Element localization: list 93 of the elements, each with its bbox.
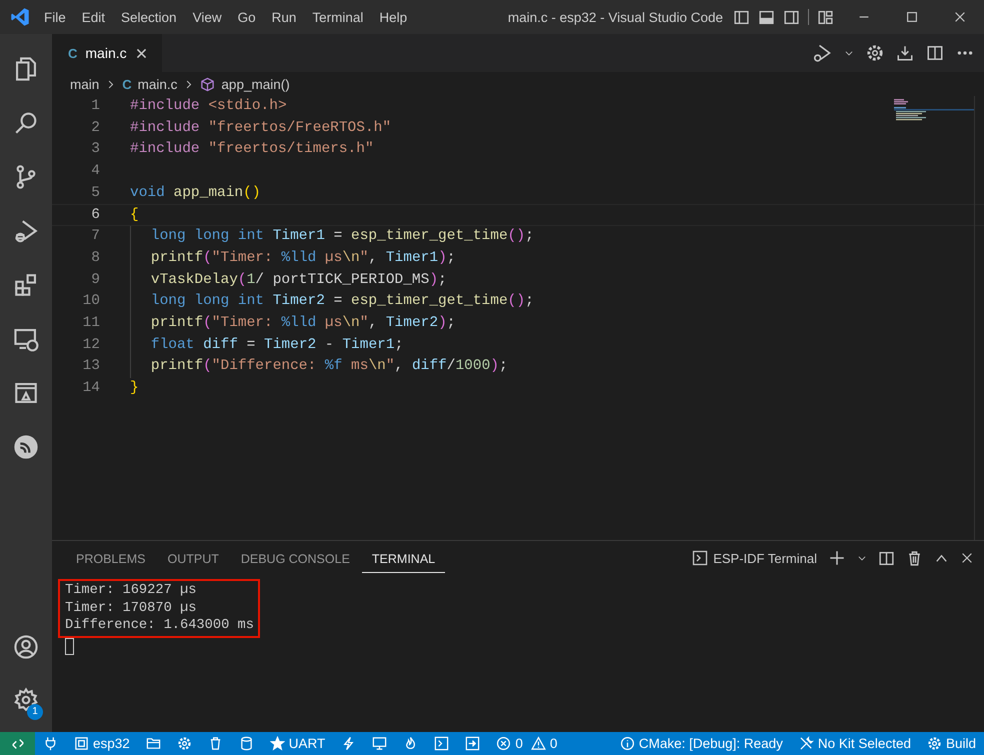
close-icon[interactable] (134, 46, 148, 60)
menu-item[interactable]: Go (230, 10, 264, 24)
line-number: 2 (90, 118, 101, 138)
download-icon[interactable] (896, 44, 914, 62)
files-icon[interactable] (13, 56, 39, 82)
star-icon (270, 736, 285, 751)
terminal-line: Timer: 169227 µs (65, 582, 198, 600)
customize-layout-icon[interactable] (817, 8, 834, 26)
extensions-icon[interactable] (13, 272, 39, 298)
tools-icon (798, 736, 814, 751)
code-line: float diff = Timer2 - Timer1; (150, 336, 404, 355)
account-icon[interactable] (13, 634, 39, 660)
code-line: } (130, 378, 139, 398)
espressif-logo-icon[interactable] (13, 434, 39, 460)
line-number: 12 (82, 336, 101, 355)
line-number: 13 (82, 357, 101, 376)
run-debug-icon[interactable] (13, 218, 39, 244)
code-line: long long int Timer1 = esp_timer_get_time(); (150, 227, 534, 246)
chip-icon (74, 736, 89, 751)
terminal-selector[interactable]: ESP-IDF Terminal (692, 550, 817, 566)
line-number: 10 (82, 292, 101, 312)
line-number: 4 (90, 162, 101, 182)
code-line: printf("Timer: %lld µs\n", Timer1); (150, 248, 456, 268)
line-number: 8 (90, 248, 101, 268)
error-icon (496, 736, 512, 751)
maximize-icon[interactable] (905, 10, 919, 24)
close-icon[interactable] (953, 10, 967, 24)
line-number: 3 (90, 140, 101, 160)
code-line: long long int Timer2 = esp_timer_get_time(); (150, 292, 534, 312)
code-line: #include "freertos/timers.h" (130, 140, 374, 160)
breadcrumb-item[interactable]: C main.c (122, 76, 178, 92)
gear-icon (926, 736, 942, 751)
code-line: printf("Timer: %lld µs\n", Timer2); (150, 314, 456, 333)
status-item[interactable]: esp32 (66, 732, 138, 755)
notification-badge: 1 (27, 704, 43, 720)
code-line: vTaskDelay(1/ portTICK_PERIOD_MS); (150, 270, 447, 290)
code-line: #include <stdio.h> (130, 97, 287, 116)
panel-layout-icon[interactable] (758, 8, 775, 26)
settings-icon[interactable] (866, 44, 884, 62)
c-file-icon: C (68, 46, 78, 60)
split-editor-icon[interactable] (926, 44, 944, 62)
app-logo-icon (10, 7, 30, 27)
sidebar-layout-icon[interactable] (733, 8, 750, 26)
code-line: #include "freertos/FreeRTOS.h" (130, 118, 392, 138)
menu-item[interactable]: Edit (74, 10, 114, 24)
esp-idf-panel-icon[interactable] (13, 380, 39, 406)
remote-button[interactable] (0, 732, 35, 755)
line-number: 5 (90, 184, 101, 203)
line-number: 11 (82, 314, 101, 333)
menu-item[interactable]: View (184, 10, 230, 24)
remote-explorer-icon[interactable] (13, 326, 39, 352)
panel-tab[interactable]: PROBLEMS (66, 544, 156, 572)
line-number: 1 (90, 97, 101, 116)
panel-tab[interactable]: TERMINAL (362, 544, 446, 572)
code-line: { (130, 206, 139, 226)
split-terminal-icon[interactable] (878, 550, 895, 566)
code-line: printf("Difference: %f ms\n", diff/1000); (150, 357, 508, 376)
run-debug-icon[interactable] (812, 43, 832, 63)
status-item[interactable]: No Kit Selected (790, 732, 919, 755)
status-item[interactable]: 0 (530, 732, 566, 755)
panel-tab[interactable]: OUTPUT (157, 544, 229, 572)
line-number: 7 (90, 227, 101, 246)
breadcrumb-item[interactable]: app_main() (200, 76, 290, 92)
trash-icon[interactable] (906, 550, 923, 566)
search-icon[interactable] (13, 110, 39, 136)
breadcrumb-item[interactable]: main (70, 76, 100, 92)
status-item[interactable]: CMake: [Debug]: Ready (612, 732, 791, 755)
status-item[interactable]: Build (918, 732, 984, 755)
menu-item[interactable]: Selection (113, 10, 185, 24)
menu-item[interactable]: Help (371, 10, 416, 24)
window-title: main.c - esp32 - Visual Studio Code (506, 10, 724, 24)
status-item[interactable]: 0 (488, 732, 531, 755)
remote-icon (10, 736, 24, 750)
editor-tab[interactable]: C main.c (52, 34, 162, 72)
plus-icon[interactable] (828, 549, 846, 567)
menu-item[interactable]: Terminal (304, 10, 372, 24)
warning-icon (530, 736, 546, 751)
close-icon[interactable] (960, 551, 974, 565)
settings-icon[interactable] (13, 686, 39, 712)
line-number: 9 (90, 270, 101, 290)
terminal-line: Difference: 1.643000 ms (65, 617, 254, 634)
sidebar-layout-icon[interactable] (783, 8, 800, 26)
status-item[interactable]: UART (262, 732, 334, 755)
terminal-icon (692, 550, 708, 566)
info-icon (620, 736, 635, 751)
code-line: void app_main() (130, 184, 261, 203)
panel-tab[interactable]: DEBUG CONSOLE (230, 544, 360, 572)
terminal-line: Timer: 170870 µs (65, 600, 198, 617)
cube-icon (200, 76, 216, 92)
line-number: 14 (82, 378, 101, 398)
line-number: 6 (90, 206, 101, 226)
menu-item[interactable]: Run (264, 10, 304, 24)
menu-item[interactable]: File (36, 10, 74, 24)
